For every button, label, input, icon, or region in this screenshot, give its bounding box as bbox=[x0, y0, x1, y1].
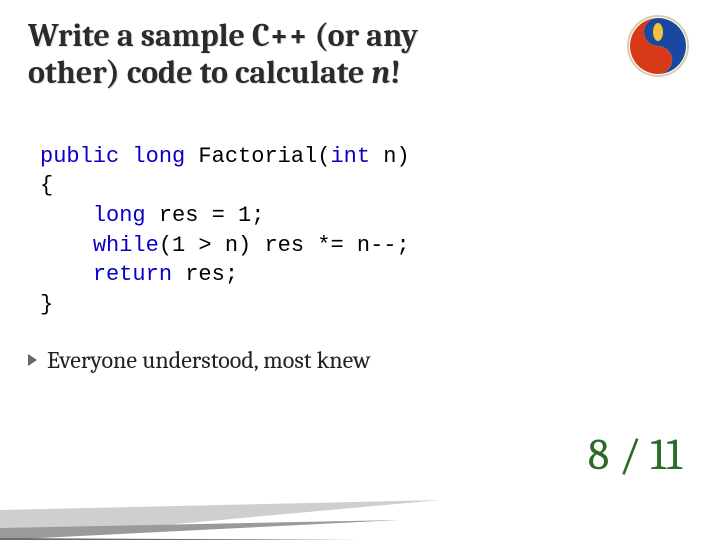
logo-icon bbox=[626, 14, 690, 78]
code-text: res = 1; bbox=[146, 203, 265, 228]
code-block: public long Factorial(int n) { long res … bbox=[40, 112, 410, 320]
kw-while: while bbox=[93, 233, 159, 258]
code-text: (1 > n) res *= n--; bbox=[159, 233, 410, 258]
kw-long2: long bbox=[93, 203, 146, 228]
bullet-text: Everyone understood, most knew bbox=[47, 346, 371, 374]
code-indent bbox=[40, 203, 93, 228]
code-text: Factorial( bbox=[185, 144, 330, 169]
title-n-italic: n bbox=[371, 54, 390, 91]
title-line1: Write a sample C++ (or any bbox=[28, 17, 418, 54]
bullet-icon bbox=[28, 354, 37, 366]
code-sp bbox=[119, 144, 132, 169]
score-text: 8 / 11 bbox=[588, 429, 682, 480]
kw-public: public bbox=[40, 144, 119, 169]
kw-long: long bbox=[132, 144, 185, 169]
kw-return: return bbox=[93, 262, 172, 287]
code-text: res; bbox=[172, 262, 238, 287]
slide: Write a sample C++ (or any other) code t… bbox=[0, 0, 720, 540]
slide-title: Write a sample C++ (or any other) code t… bbox=[28, 18, 548, 92]
code-indent bbox=[40, 262, 93, 287]
bullet-row: Everyone understood, most knew bbox=[28, 346, 371, 374]
title-line2a: other) code to calculate bbox=[28, 54, 371, 91]
kw-int: int bbox=[330, 144, 370, 169]
code-brace-open: { bbox=[40, 173, 53, 198]
code-text: n) bbox=[370, 144, 410, 169]
title-line2c: ! bbox=[390, 54, 401, 91]
code-indent bbox=[40, 233, 93, 258]
code-brace-close: } bbox=[40, 292, 53, 317]
